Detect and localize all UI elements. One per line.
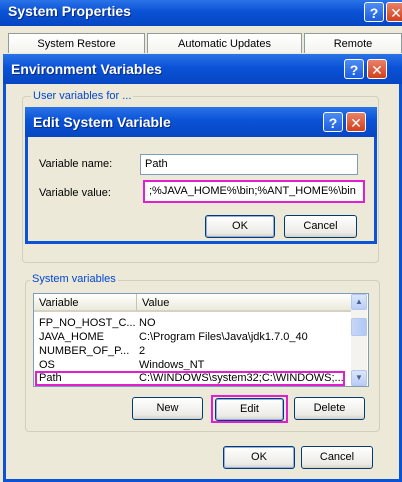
scroll-thumb[interactable] bbox=[351, 318, 367, 336]
help-button[interactable]: ? bbox=[364, 2, 384, 22]
column-header-variable[interactable]: Variable bbox=[34, 294, 137, 312]
scroll-down-button[interactable]: ▼ bbox=[351, 370, 367, 386]
delete-button[interactable]: Delete bbox=[294, 397, 365, 420]
close-button[interactable]: ✕ bbox=[346, 112, 366, 132]
row-value: C:\WINDOWS\system32;C:\WINDOWS;... bbox=[139, 373, 344, 384]
row-variable: OS bbox=[39, 359, 55, 371]
system-properties-title: System Properties bbox=[8, 3, 131, 19]
edit-system-variable-titlebar[interactable]: Edit System Variable ? ✕ bbox=[25, 107, 377, 137]
help-button[interactable]: ? bbox=[344, 59, 364, 79]
table-row[interactable]: FP_NO_HOST_C... NO bbox=[34, 316, 351, 330]
system-properties-titlebar[interactable]: System Properties ? ✕ bbox=[0, 0, 402, 26]
variable-value-label: Variable value: bbox=[39, 187, 111, 199]
new-button[interactable]: New bbox=[132, 397, 203, 420]
row-variable: FP_NO_HOST_C... bbox=[39, 317, 135, 329]
row-value: NO bbox=[139, 317, 156, 329]
variable-name-field[interactable]: Path bbox=[140, 154, 358, 175]
row-variable: NUMBER_OF_P... bbox=[39, 345, 130, 357]
table-row-selected[interactable]: Path C:\WINDOWS\system32;C:\WINDOWS;... bbox=[35, 371, 345, 386]
tab-system-restore[interactable]: System Restore bbox=[8, 33, 145, 53]
edit-system-variable-title: Edit System Variable bbox=[33, 114, 171, 130]
system-variables-list[interactable]: Variable Value FP_NO_HOST_C... NO JAVA_H… bbox=[33, 293, 369, 387]
tab-automatic-updates[interactable]: Automatic Updates bbox=[147, 33, 302, 53]
table-row[interactable]: NUMBER_OF_P... 2 bbox=[34, 344, 351, 358]
row-value: C:\Program Files\Java\jdk1.7.0_40 bbox=[139, 331, 308, 343]
edit-ok-button[interactable]: OK bbox=[205, 215, 275, 238]
cancel-button[interactable]: Cancel bbox=[301, 446, 373, 469]
column-header-value[interactable]: Value bbox=[137, 294, 351, 312]
close-button[interactable]: ✕ bbox=[367, 59, 387, 79]
tab-remote[interactable]: Remote bbox=[304, 33, 402, 53]
vertical-scrollbar[interactable]: ▲ ▼ bbox=[351, 294, 367, 386]
variable-value-field[interactable]: ;%JAVA_HOME%\bin;%ANT_HOME%\bin bbox=[143, 180, 365, 203]
ok-button[interactable]: OK bbox=[223, 446, 295, 469]
environment-variables-title: Environment Variables bbox=[11, 61, 162, 77]
user-variables-label: User variables for ... bbox=[31, 90, 134, 102]
row-value: 2 bbox=[139, 345, 146, 357]
table-row[interactable]: OS Windows_NT bbox=[34, 358, 351, 372]
table-row[interactable]: JAVA_HOME C:\Program Files\Java\jdk1.7.0… bbox=[34, 330, 351, 344]
edit-cancel-button[interactable]: Cancel bbox=[284, 215, 357, 238]
edit-button-face[interactable]: Edit bbox=[215, 398, 284, 421]
help-button[interactable]: ? bbox=[323, 112, 343, 132]
environment-variables-titlebar[interactable]: Environment Variables ? ✕ bbox=[3, 54, 402, 84]
variable-name-label: Variable name: bbox=[39, 158, 113, 170]
row-variable: Path bbox=[39, 373, 62, 384]
scroll-up-button[interactable]: ▲ bbox=[351, 294, 367, 310]
system-variables-label: System variables bbox=[30, 273, 118, 285]
edit-button[interactable]: Edit bbox=[211, 395, 288, 423]
row-variable: JAVA_HOME bbox=[39, 331, 104, 343]
close-button[interactable]: ✕ bbox=[386, 2, 402, 22]
row-value: Windows_NT bbox=[139, 359, 205, 371]
